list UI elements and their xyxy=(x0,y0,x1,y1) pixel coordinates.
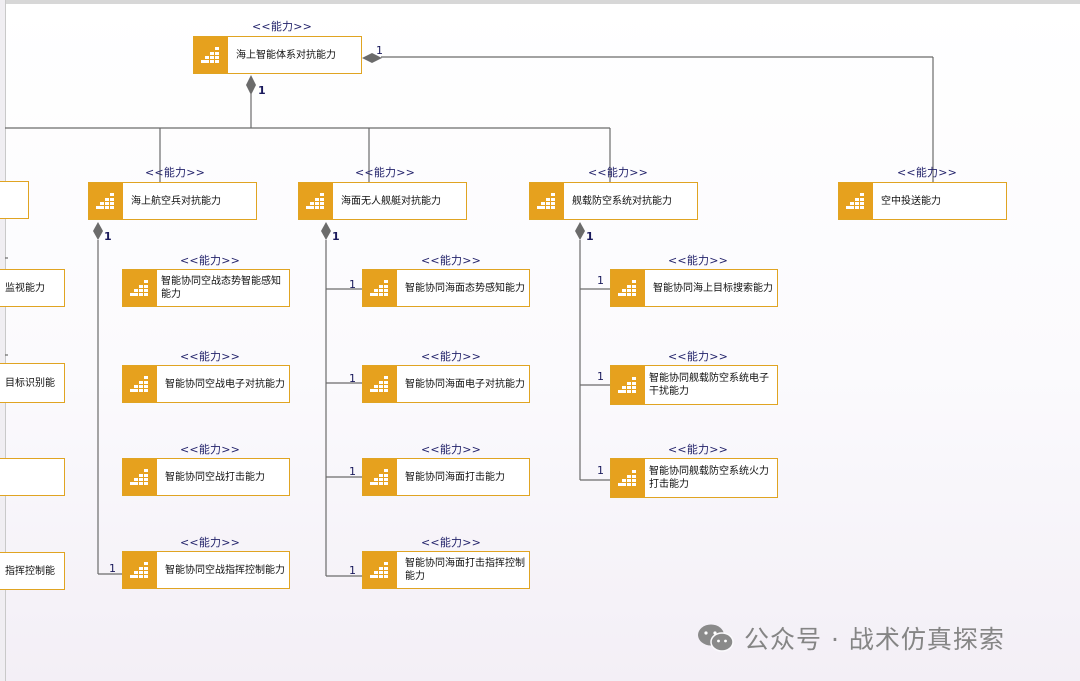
stereotype-leaf: <<能力>> xyxy=(180,443,241,456)
diagram-canvas: <<能力>> 海上智能体系对抗能力 1 1 <<能力>> 海上航空兵对抗能力 1… xyxy=(0,0,1080,681)
node-label: 智能协同海面电子对抗能力 xyxy=(405,378,525,390)
watermark-text: 公众号 · 战术仿真探索 xyxy=(744,625,1005,654)
stereotype-child: <<能力>> xyxy=(588,166,649,179)
node-leaf[interactable]: 智能协同海上目标搜索能力 xyxy=(610,269,778,307)
multiplicity-label: 1 xyxy=(109,562,116,575)
node-label: 海面无人舰艇对抗能力 xyxy=(341,195,441,207)
capability-icon xyxy=(123,552,157,588)
node-child[interactable]: 海上航空兵对抗能力 xyxy=(88,182,257,220)
capability-icon xyxy=(194,37,228,73)
capability-icon xyxy=(123,366,157,402)
wechat-logo-icon xyxy=(698,624,734,652)
node-label: 监视能力 xyxy=(5,282,45,294)
node-leaf[interactable]: 智能协同舰载防空系统电子干扰能力 xyxy=(610,365,778,405)
stereotype-leaf: <<能力>> xyxy=(421,443,482,456)
stereotype-leaf: <<能力>> xyxy=(180,254,241,267)
stereotype-leaf: <<能力>> xyxy=(180,350,241,363)
node-label: 智能协同空战指挥控制能力 xyxy=(165,564,285,576)
node-label: 智能协同舰载防空系统火力打击能力 xyxy=(649,466,769,490)
stereotype-root: <<能力>> xyxy=(252,20,313,33)
node-label: 海上智能体系对抗能力 xyxy=(236,49,336,61)
multiplicity-label: 1 xyxy=(349,372,356,385)
node-leaf[interactable]: 智能协同海面打击能力 xyxy=(362,458,530,496)
stereotype-leaf: <<能力>> xyxy=(421,350,482,363)
multiplicity-label: 1 xyxy=(597,370,604,383)
stereotype-child: <<能力>> xyxy=(355,166,416,179)
node-leaf[interactable]: 智能协同空战电子对抗能力 xyxy=(122,365,290,403)
watermark: 公众号 · 战术仿真探索 xyxy=(696,620,1005,656)
stereotype-leaf: <<能力>> xyxy=(421,254,482,267)
node-label: 舰载防空系统对抗能力 xyxy=(572,195,672,207)
node-leaf[interactable]: 智能协同海面电子对抗能力 xyxy=(362,365,530,403)
stereotype-leaf: <<能力>> xyxy=(421,536,482,549)
node-label: 智能协同空战态势智能感知能力 xyxy=(161,276,281,300)
multiplicity-label: 1 xyxy=(332,230,340,243)
capability-icon xyxy=(299,183,333,219)
multiplicity-label: 1 xyxy=(597,274,604,287)
node-label: 智能协同空战电子对抗能力 xyxy=(165,378,285,390)
node-child[interactable]: 海面无人舰艇对抗能力 xyxy=(298,182,467,220)
capability-icon xyxy=(530,183,564,219)
node-leaf[interactable]: 智能协同海面打击指挥控制能力 xyxy=(362,551,530,589)
capability-icon xyxy=(89,183,123,219)
stereotype-leaf: <<能力>> xyxy=(668,443,729,456)
capability-icon xyxy=(363,459,397,495)
multiplicity-label: 1 xyxy=(349,278,356,291)
node-child[interactable]: 空中投送能力 xyxy=(838,182,1007,220)
node-label: 智能协同海面打击能力 xyxy=(405,471,505,483)
stereotype-leaf: <<能力>> xyxy=(668,254,729,267)
node-label: 空中投送能力 xyxy=(881,195,941,207)
node-label: 指挥控制能 xyxy=(5,565,55,577)
multiplicity-label: 1 xyxy=(597,464,604,477)
node-leaf[interactable]: 智能协同舰载防空系统火力打击能力 xyxy=(610,458,778,498)
capability-icon xyxy=(611,366,645,404)
node-label: 智能协同海面态势感知能力 xyxy=(405,282,525,294)
node-partial[interactable]: 目标识别能 xyxy=(0,363,65,403)
node-label: 智能协同舰载防空系统电子干扰能力 xyxy=(649,373,769,397)
multiplicity-label: 1 xyxy=(586,230,594,243)
capability-icon xyxy=(363,270,397,306)
multiplicity-label: 1 xyxy=(104,230,112,243)
capability-icon xyxy=(611,270,645,306)
node-partial[interactable]: 监视能力 xyxy=(0,269,65,307)
multiplicity-label: 1 xyxy=(258,84,266,97)
node-partial[interactable] xyxy=(0,458,65,496)
capability-icon xyxy=(363,366,397,402)
capability-icon xyxy=(123,270,157,306)
multiplicity-label: 1 xyxy=(376,44,383,57)
multiplicity-label: 1 xyxy=(349,465,356,478)
node-leaf[interactable]: 智能协同空战指挥控制能力 xyxy=(122,551,290,589)
stereotype-leaf: <<能力>> xyxy=(668,350,729,363)
stereotype-child: <<能力>> xyxy=(145,166,206,179)
node-partial[interactable]: 指挥控制能 xyxy=(0,552,65,590)
node-leaf[interactable]: 智能协同空战态势智能感知能力 xyxy=(122,269,290,307)
capability-icon xyxy=(123,459,157,495)
node-child[interactable]: 舰载防空系统对抗能力 xyxy=(529,182,698,220)
stereotype-leaf: <<能力>> xyxy=(180,536,241,549)
node-label: 智能协同海面打击指挥控制能力 xyxy=(405,558,525,582)
node-label: 智能协同空战打击能力 xyxy=(165,471,265,483)
node-label: 海上航空兵对抗能力 xyxy=(131,195,221,207)
capability-icon xyxy=(839,183,873,219)
stereotype-child: <<能力>> xyxy=(897,166,958,179)
multiplicity-label: 1 xyxy=(349,564,356,577)
capability-icon xyxy=(611,459,645,497)
capability-icon xyxy=(363,552,397,588)
node-root[interactable]: 海上智能体系对抗能力 xyxy=(193,36,362,74)
node-leaf[interactable]: 智能协同空战打击能力 xyxy=(122,458,290,496)
node-partial[interactable] xyxy=(0,181,29,219)
node-label: 目标识别能 xyxy=(5,377,55,389)
node-leaf[interactable]: 智能协同海面态势感知能力 xyxy=(362,269,530,307)
node-label: 智能协同海上目标搜索能力 xyxy=(653,282,773,294)
